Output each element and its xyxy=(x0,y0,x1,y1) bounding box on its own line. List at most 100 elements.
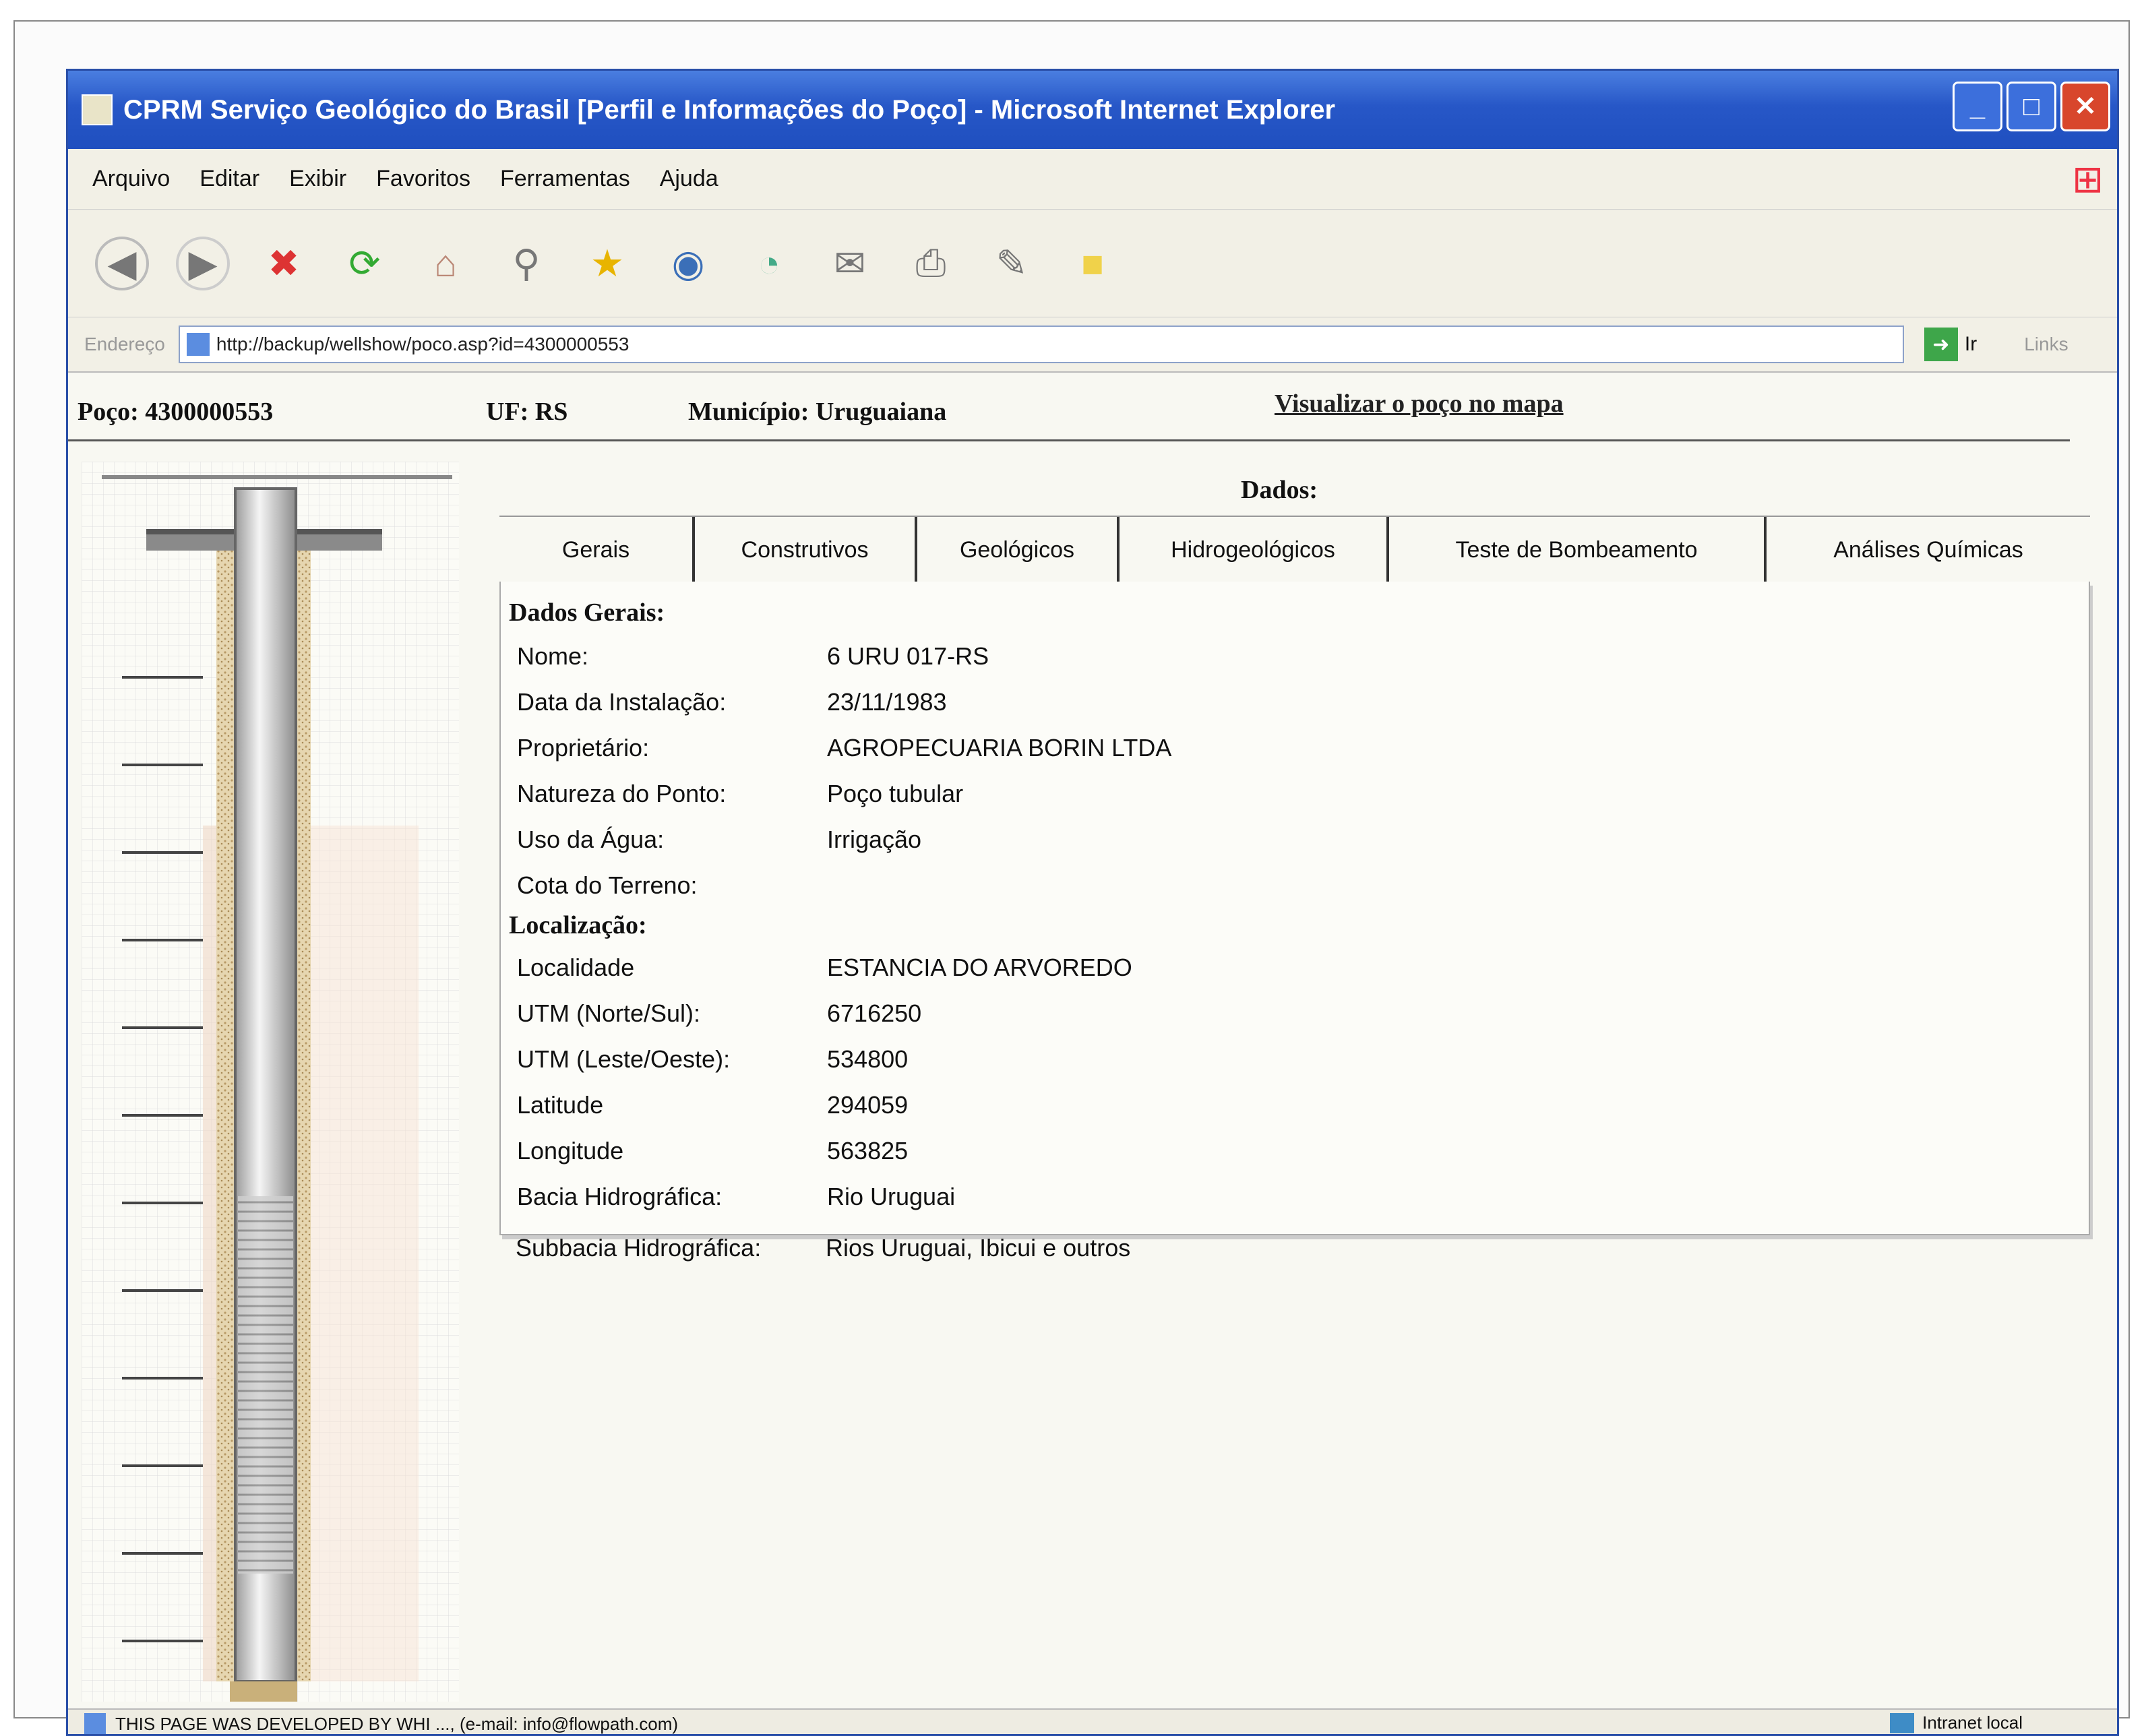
toolbar: ◀ ▶ ✖ ⟳ ⌂ ⚲ ★ ◉ ◔ ✉ ⎙ ✎ ■ xyxy=(68,210,2117,317)
tab-construtivos[interactable]: Construtivos xyxy=(695,517,917,583)
dados-gerais-title: Dados Gerais: xyxy=(509,598,665,627)
field-label: Subbacia Hidrográfica: xyxy=(516,1234,762,1262)
field-row-localidade: Localidade ESTANCIA DO ARVOREDO xyxy=(517,954,2067,994)
zone-label: Intranet local xyxy=(1922,1712,2023,1733)
search-icon[interactable]: ⚲ xyxy=(499,237,553,290)
field-row-nome: Nome: 6 URU 017-RS xyxy=(517,642,2067,683)
screenshot-frame: CPRM Serviço Geológico do Brasil [Perfil… xyxy=(13,20,2130,1736)
field-label: Bacia Hidrográfica: xyxy=(517,1183,723,1210)
refresh-icon[interactable]: ⟳ xyxy=(338,237,392,290)
ie-page-icon xyxy=(82,94,113,125)
tab-gerais[interactable]: Gerais xyxy=(499,517,695,583)
field-label: UTM (Leste/Oeste): xyxy=(517,1045,731,1073)
maximize-button[interactable]: □ xyxy=(2006,82,2056,131)
dados-heading: Dados: xyxy=(1241,476,1318,504)
field-value: 534800 xyxy=(827,1045,909,1073)
field-row-subbacia: Subbacia Hidrográfica: Rios Uruguai, Ibi… xyxy=(516,1234,2066,1274)
close-button[interactable]: ✕ xyxy=(2060,82,2110,131)
tab-analises-quimicas[interactable]: Análises Químicas xyxy=(1767,517,2090,583)
go-label: Ir xyxy=(1964,333,1978,355)
tab-hidrogeologicos[interactable]: Hidrogeológicos xyxy=(1120,517,1389,583)
history-icon[interactable]: ◔ xyxy=(742,237,796,290)
field-row-longitude: Longitude 563825 xyxy=(517,1137,2067,1177)
field-value: AGROPECUARIA BORIN LTDA xyxy=(827,734,1172,762)
back-icon[interactable]: ◀ xyxy=(95,236,149,290)
field-label: Nome: xyxy=(517,642,589,670)
menu-favoritos[interactable]: Favoritos xyxy=(376,166,470,192)
status-bar: THIS PAGE WAS DEVELOPED BY WHI ..., (e-m… xyxy=(68,1708,2117,1734)
address-bar: Endereço http://backup/wellshow/poco.asp… xyxy=(68,317,2117,373)
links-button[interactable]: Links xyxy=(2024,334,2068,355)
field-row-latitude: Latitude 294059 xyxy=(517,1091,2067,1132)
uf-label: UF: RS xyxy=(486,398,568,426)
page-content: Poço: 4300000553 UF: RS Município: Urugu… xyxy=(68,374,2117,1708)
field-label: Uso da Água: xyxy=(517,826,665,853)
status-text: THIS PAGE WAS DEVELOPED BY WHI ..., (e-m… xyxy=(115,1713,679,1734)
page-icon xyxy=(186,333,210,356)
legend-strip xyxy=(102,475,452,479)
home-icon[interactable]: ⌂ xyxy=(419,237,472,290)
well-info-line: Poço: 4300000553 UF: RS Município: Urugu… xyxy=(68,374,2070,441)
menu-ferramentas[interactable]: Ferramentas xyxy=(500,166,630,192)
field-value: Rios Uruguai, Ibicui e outros xyxy=(826,1234,1131,1262)
print-icon[interactable]: ⎙ xyxy=(904,237,958,290)
forward-icon[interactable]: ▶ xyxy=(176,236,230,290)
address-url: http://backup/wellshow/poco.asp?id=43000… xyxy=(216,334,630,354)
well-profile-diagram xyxy=(82,462,459,1702)
field-row-proprietario: Proprietário: AGROPECUARIA BORIN LTDA xyxy=(517,734,2067,774)
well-bottom xyxy=(230,1681,297,1702)
field-row-natureza: Natureza do Ponto: Poço tubular xyxy=(517,780,2067,820)
tab-teste-bombeamento[interactable]: Teste de Bombeamento xyxy=(1389,517,1767,583)
title-bar: CPRM Serviço Geológico do Brasil [Perfil… xyxy=(68,71,2117,149)
field-row-uso-agua: Uso da Água: Irrigação xyxy=(517,826,2067,866)
address-label: Endereço xyxy=(84,334,165,354)
field-label: UTM (Norte/Sul): xyxy=(517,999,701,1027)
media-icon[interactable]: ◉ xyxy=(661,237,715,290)
field-label: Localidade xyxy=(517,954,635,981)
stop-icon[interactable]: ✖ xyxy=(257,237,311,290)
field-value: 6 URU 017-RS xyxy=(827,642,989,670)
menu-ajuda[interactable]: Ajuda xyxy=(660,166,718,192)
field-value: Poço tubular xyxy=(827,780,964,807)
go-button[interactable]: ➜ Ir xyxy=(1924,328,1977,361)
field-value: ESTANCIA DO ARVOREDO xyxy=(827,954,1132,981)
poco-label: Poço: 4300000553 xyxy=(78,398,274,426)
field-row-data-instalacao: Data da Instalação: 23/11/1983 xyxy=(517,688,2067,728)
filter-screen xyxy=(238,1196,293,1574)
menu-bar: Arquivo Editar Exibir Favoritos Ferramen… xyxy=(68,149,2117,210)
menu-arquivo[interactable]: Arquivo xyxy=(92,166,170,192)
tab-bar: Gerais Construtivos Geológicos Hidrogeol… xyxy=(499,516,2090,583)
field-value: 563825 xyxy=(827,1137,909,1165)
gerais-panel: Dados Gerais: Nome: 6 URU 017-RS Data da… xyxy=(499,582,2090,1235)
intranet-icon xyxy=(1890,1712,1915,1733)
field-label: Natureza do Ponto: xyxy=(517,780,727,807)
map-link[interactable]: Visualizar o poço no mapa xyxy=(1275,389,1564,418)
field-label: Cota do Terreno: xyxy=(517,871,698,899)
mail-icon[interactable]: ✉ xyxy=(823,237,877,290)
window-controls: _ □ ✕ xyxy=(1953,82,2110,131)
field-value: Irrigação xyxy=(827,826,922,853)
browser-window: CPRM Serviço Geológico do Brasil [Perfil… xyxy=(66,69,2119,1736)
localizacao-title: Localização: xyxy=(509,911,647,939)
field-value: 294059 xyxy=(827,1091,909,1119)
field-value: 6716250 xyxy=(827,999,922,1027)
windows-logo-icon: ⊞ xyxy=(2072,158,2104,200)
messenger-icon[interactable]: ■ xyxy=(1066,237,1120,290)
tab-geologicos[interactable]: Geológicos xyxy=(917,517,1120,583)
window-title: CPRM Serviço Geológico do Brasil [Perfil… xyxy=(123,94,1336,125)
field-row-cota-terreno: Cota do Terreno: xyxy=(517,871,2067,912)
field-row-bacia: Bacia Hidrográfica: Rio Uruguai xyxy=(517,1183,2067,1223)
menu-editar[interactable]: Editar xyxy=(200,166,259,192)
edit-icon[interactable]: ✎ xyxy=(985,237,1039,290)
minimize-button[interactable]: _ xyxy=(1953,82,2002,131)
menu-exibir[interactable]: Exibir xyxy=(289,166,346,192)
field-row-utm-norte: UTM (Norte/Sul): 6716250 xyxy=(517,999,2067,1040)
field-label: Proprietário: xyxy=(517,734,650,762)
municipio-label: Município: Uruguaiana xyxy=(688,398,947,426)
address-input[interactable]: http://backup/wellshow/poco.asp?id=43000… xyxy=(178,326,1904,363)
field-label: Longitude xyxy=(517,1137,624,1165)
status-page-icon xyxy=(84,1713,106,1734)
field-label: Latitude xyxy=(517,1091,604,1119)
favorites-icon[interactable]: ★ xyxy=(580,237,634,290)
field-row-utm-leste: UTM (Leste/Oeste): 534800 xyxy=(517,1045,2067,1086)
